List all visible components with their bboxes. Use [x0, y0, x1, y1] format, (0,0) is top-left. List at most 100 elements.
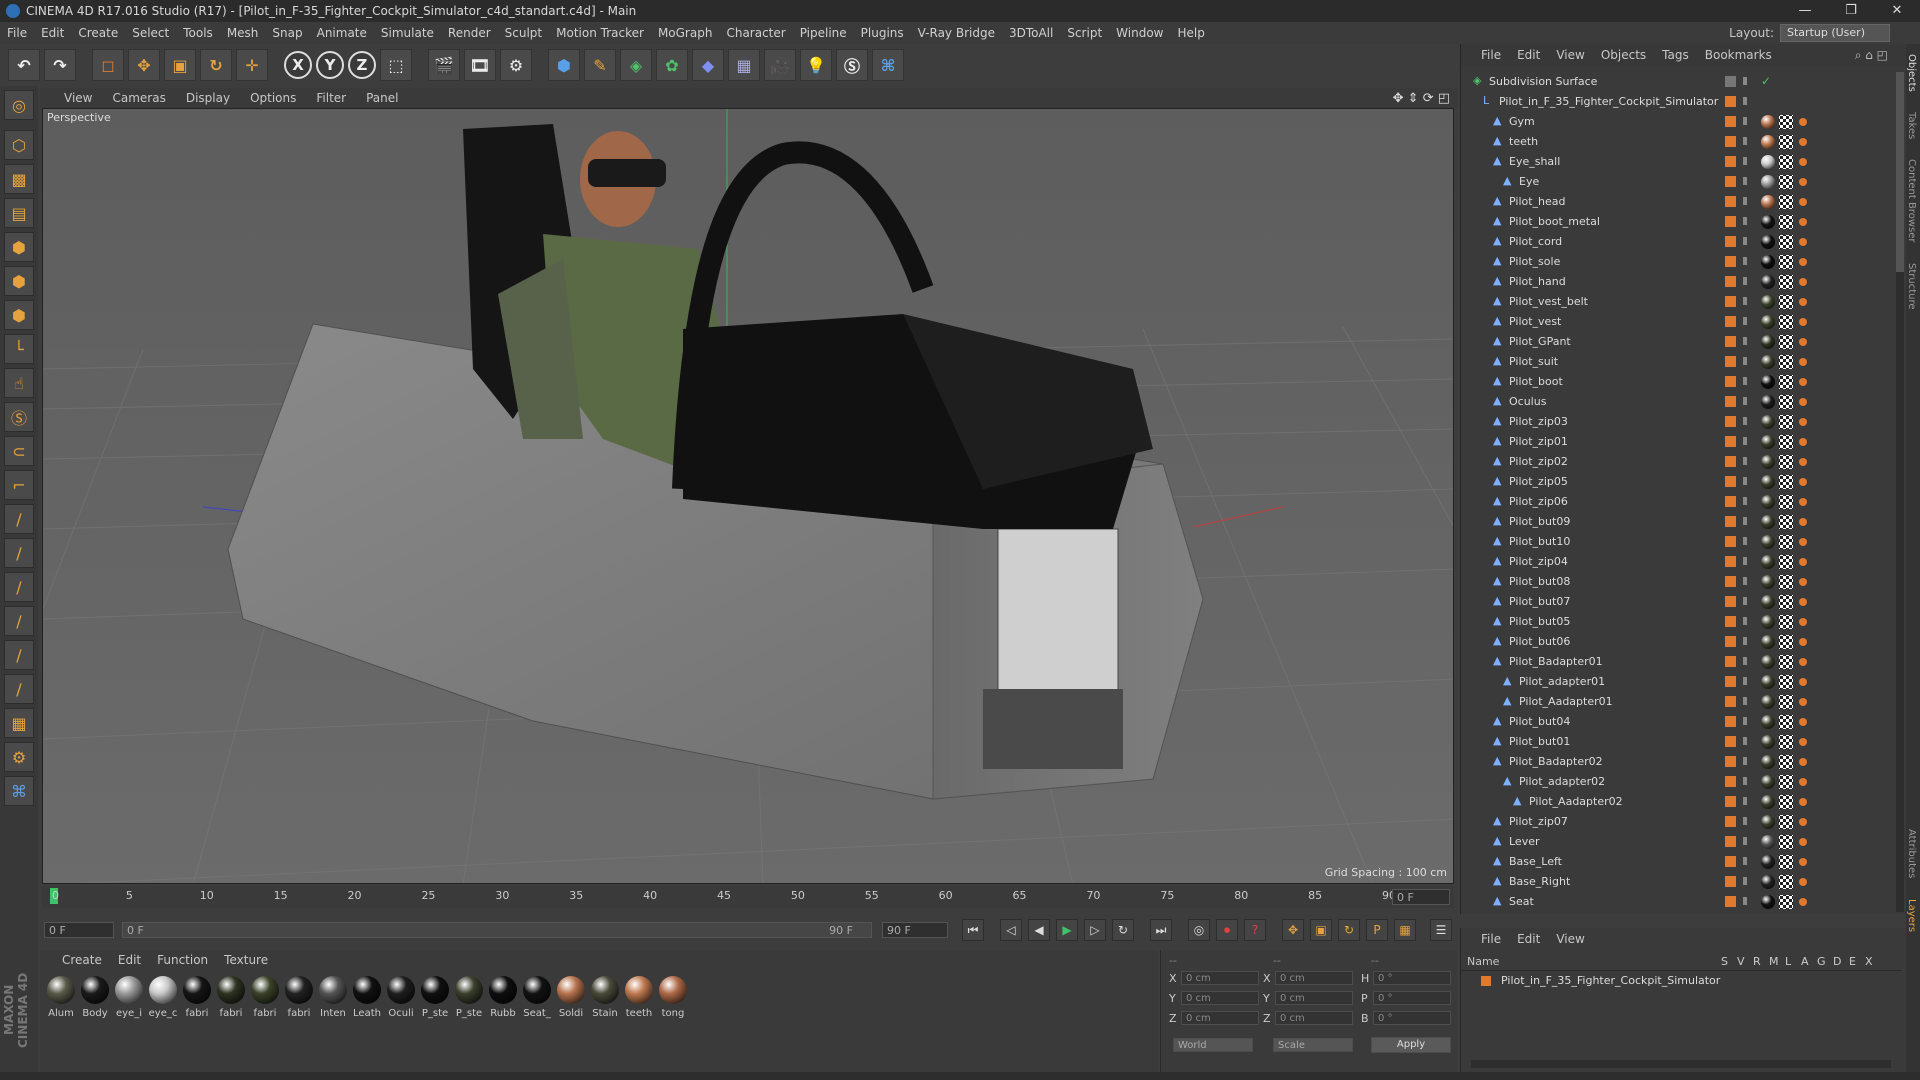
python-icon[interactable]: ⌘ [872, 49, 904, 81]
tab-objects[interactable]: Objects [1906, 54, 1917, 92]
texture-mode-icon[interactable]: ▩ [4, 164, 34, 194]
phong-tag-icon[interactable] [1799, 858, 1807, 866]
phong-tag-icon[interactable] [1799, 278, 1807, 286]
uvw-tag-icon[interactable] [1779, 855, 1793, 869]
material-tag-icon[interactable] [1761, 215, 1775, 229]
material-tag-icon[interactable] [1761, 335, 1775, 349]
phong-tag-icon[interactable] [1799, 118, 1807, 126]
material-tag-icon[interactable] [1761, 155, 1775, 169]
scale-icon[interactable]: ▣ [164, 49, 196, 81]
phong-tag-icon[interactable] [1799, 238, 1807, 246]
menu-create[interactable]: Create [71, 26, 125, 40]
uvw-tag-icon[interactable] [1779, 235, 1793, 249]
material-tag-icon[interactable] [1761, 775, 1775, 789]
uvw-tag-icon[interactable] [1779, 795, 1793, 809]
phong-tag-icon[interactable] [1799, 758, 1807, 766]
layers-menu-view[interactable]: View [1548, 932, 1592, 946]
uvw-tag-icon[interactable] [1779, 735, 1793, 749]
phong-tag-icon[interactable] [1799, 538, 1807, 546]
smooth-brush-icon[interactable]: ∕ [4, 640, 34, 670]
cube-icon[interactable]: ⬢ [548, 49, 580, 81]
layout-dropdown[interactable]: Startup (User) [1780, 24, 1890, 42]
menu-sculpt[interactable]: Sculpt [498, 26, 549, 40]
material-swatch[interactable]: P_ste [454, 976, 484, 1019]
object-row[interactable]: ▲ Pilot_head [1461, 192, 1861, 212]
timeline-menu-icon[interactable]: ☰ [1430, 919, 1452, 941]
material-tag-icon[interactable] [1761, 715, 1775, 729]
x-axis-toggle[interactable]: X [284, 51, 312, 79]
visibility-dots-icon[interactable] [1743, 597, 1747, 605]
phong-tag-icon[interactable] [1799, 338, 1807, 346]
uvw-tag-icon[interactable] [1779, 215, 1793, 229]
uvw-tag-icon[interactable] [1779, 615, 1793, 629]
object-row[interactable]: ▲ Pilot_but10 [1461, 532, 1861, 552]
objects-scrollbar[interactable] [1896, 72, 1904, 912]
material-tag-icon[interactable] [1761, 755, 1775, 769]
layer-tag-icon[interactable] [1725, 316, 1736, 327]
tab-attributes[interactable]: Attributes [1906, 829, 1917, 878]
magnet-icon[interactable]: ∕ [4, 606, 34, 636]
object-row[interactable]: ▲ Pilot_but01 [1461, 732, 1861, 752]
visibility-dots-icon[interactable] [1743, 177, 1747, 185]
layer-tag-icon[interactable] [1725, 136, 1736, 147]
layer-column-header[interactable]: L [1785, 955, 1791, 968]
object-row[interactable]: ▲ Pilot_but06 [1461, 632, 1861, 652]
uvw-tag-icon[interactable] [1779, 475, 1793, 489]
layers-menu-file[interactable]: File [1473, 932, 1509, 946]
layer-tag-icon[interactable] [1725, 816, 1736, 827]
uvw-tag-icon[interactable] [1779, 135, 1793, 149]
key-scale-icon[interactable]: ▣ [1310, 919, 1332, 941]
frame-range-slider[interactable]: 0 F 90 F [122, 922, 872, 938]
material-tag-icon[interactable] [1761, 315, 1775, 329]
material-swatch[interactable]: Alum [46, 976, 76, 1019]
phong-tag-icon[interactable] [1799, 798, 1807, 806]
visibility-dots-icon[interactable] [1743, 317, 1747, 325]
layer-column-header[interactable]: E [1849, 955, 1856, 968]
quantize-icon[interactable]: ⌐ [4, 470, 34, 500]
object-row[interactable]: ▲ Eye_shall [1461, 152, 1861, 172]
layer-column-header[interactable]: R [1753, 955, 1761, 968]
visibility-dots-icon[interactable] [1743, 757, 1747, 765]
visibility-dots-icon[interactable] [1743, 557, 1747, 565]
phong-tag-icon[interactable] [1799, 218, 1807, 226]
uvw-tag-icon[interactable] [1779, 175, 1793, 189]
menu-file[interactable]: File [0, 26, 34, 40]
maximize-button[interactable]: ❐ [1828, 0, 1874, 22]
material-swatch[interactable]: Inten [318, 976, 348, 1019]
material-menu-create[interactable]: Create [54, 953, 110, 967]
uvw-tag-icon[interactable] [1779, 595, 1793, 609]
phong-tag-icon[interactable] [1799, 838, 1807, 846]
object-row[interactable]: ▲ Pilot_vest [1461, 312, 1861, 332]
objects-menu-bookmarks[interactable]: Bookmarks [1697, 48, 1780, 62]
object-row[interactable]: ▲ Pilot_cord [1461, 232, 1861, 252]
layer-tag-icon[interactable] [1725, 736, 1736, 747]
layer-tag-icon[interactable] [1725, 116, 1736, 127]
visibility-dots-icon[interactable] [1743, 217, 1747, 225]
visibility-dots-icon[interactable] [1743, 137, 1747, 145]
material-tag-icon[interactable] [1761, 595, 1775, 609]
layer-row-name[interactable]: Pilot_in_F_35_Fighter_Cockpit_Simulator [1501, 974, 1720, 987]
material-tag-icon[interactable] [1761, 535, 1775, 549]
rotate-icon[interactable]: ↻ [200, 49, 232, 81]
transform-mode-dropdown[interactable]: Scale [1273, 1038, 1353, 1052]
move-icon[interactable]: ✥ [128, 49, 160, 81]
layer-tag-icon[interactable] [1725, 616, 1736, 627]
visibility-dots-icon[interactable] [1743, 277, 1747, 285]
layer-tag-icon[interactable] [1725, 456, 1736, 467]
layer-tag-icon[interactable] [1725, 336, 1736, 347]
object-row[interactable]: ▲ Pilot_but05 [1461, 612, 1861, 632]
layer-tag-icon[interactable] [1725, 176, 1736, 187]
material-tag-icon[interactable] [1761, 815, 1775, 829]
layer-tag-icon[interactable] [1725, 356, 1736, 367]
phong-tag-icon[interactable] [1799, 558, 1807, 566]
coord-value-field[interactable]: 0 cm [1275, 1011, 1353, 1025]
material-tag-icon[interactable] [1761, 275, 1775, 289]
visibility-dots-icon[interactable] [1743, 877, 1747, 885]
pen-spline-icon[interactable]: ✎ [584, 49, 616, 81]
phong-tag-icon[interactable] [1799, 158, 1807, 166]
visibility-dots-icon[interactable] [1743, 617, 1747, 625]
visibility-dots-icon[interactable] [1743, 677, 1747, 685]
layer-color-swatch[interactable] [1481, 976, 1491, 986]
material-tag-icon[interactable] [1761, 415, 1775, 429]
phong-tag-icon[interactable] [1799, 698, 1807, 706]
